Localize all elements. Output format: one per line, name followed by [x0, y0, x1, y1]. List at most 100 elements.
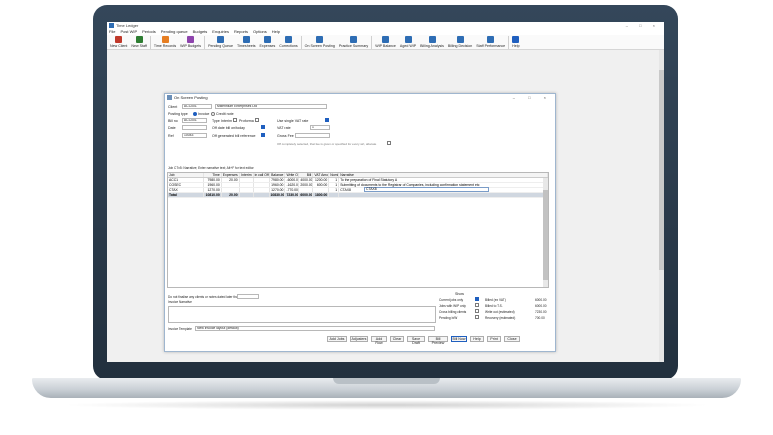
grid-cell-balance[interactable]: 7980.00 — [270, 178, 286, 182]
ribbon-button-new-staff[interactable]: New Staff — [129, 35, 149, 48]
client-code-field[interactable]: ACC001 — [182, 104, 212, 109]
show-option-checkbox[interactable] — [475, 309, 479, 313]
grid-cell-narrative[interactable] — [339, 193, 548, 197]
grid-cell-balance[interactable]: 10830.00 — [270, 193, 286, 197]
grid-cell-expenses[interactable] — [222, 188, 240, 192]
credit-note-radio[interactable] — [211, 112, 215, 116]
grid-cell-interim[interactable] — [240, 183, 254, 187]
button-add-jobs[interactable]: Add Jobs — [327, 336, 347, 342]
grid-cell-bill[interactable]: 2000.00 — [299, 183, 314, 187]
button-save-draft[interactable]: Save Draft — [407, 336, 425, 345]
ref-field[interactable]: 10043 — [182, 133, 207, 138]
grid-column-header[interactable]: Interim — [240, 173, 254, 177]
narrative-edit-field[interactable]: CTAX8 — [364, 187, 489, 192]
gross-fee-field[interactable] — [295, 133, 330, 138]
proforma-checkbox[interactable] — [255, 118, 259, 122]
ribbon-button-wip-budgets[interactable]: WIP Budgets — [178, 35, 203, 48]
grid-cell-nominal[interactable]: 1 — [329, 188, 340, 192]
grid-cell-vat[interactable]: 1800.00 — [313, 193, 330, 197]
button-bill-now[interactable]: Bill Now — [451, 336, 467, 342]
grid-cell-writeout[interactable]: -1620.00 — [285, 183, 300, 187]
ribbon-button-corrections[interactable]: Corrections — [277, 35, 299, 48]
grid-cell-time[interactable]: 1960.00 — [204, 183, 222, 187]
grid-cell-expenses[interactable] — [222, 183, 240, 187]
grid-cell-time[interactable]: 7980.00 — [204, 178, 222, 182]
grid-cell-incall[interactable] — [254, 183, 270, 187]
grid-cell-bill[interactable]: 6000.00 — [299, 193, 314, 197]
grid-cell-nominal[interactable]: 1 — [329, 178, 340, 182]
ribbon-button-timesheets[interactable]: Timesheets — [235, 35, 257, 48]
ribbon-button-billing-analysis[interactable]: Billing Analysis — [418, 35, 446, 48]
show-option-checkbox[interactable] — [475, 303, 479, 307]
type-value[interactable]: Interim — [221, 119, 232, 123]
grid-cell-incall[interactable] — [254, 188, 270, 192]
billno-field[interactable]: ACC001 — [182, 118, 207, 123]
grid-cell-time[interactable]: 10810.00 — [204, 193, 222, 197]
button-print[interactable]: Print — [487, 336, 501, 342]
grid-cell-writeout[interactable]: -6000.00 — [285, 178, 300, 182]
button-help[interactable]: Help — [470, 336, 484, 342]
grid-scrollbar-thumb[interactable] — [543, 190, 548, 280]
off-completely-checkbox[interactable] — [387, 141, 391, 145]
invoice-radio[interactable] — [193, 112, 197, 116]
button-add-row[interactable]: Add Row — [371, 336, 387, 345]
show-option-checkbox[interactable] — [475, 297, 479, 301]
button-clear[interactable]: Clear — [390, 336, 404, 342]
ribbon-button-billing-decision[interactable]: Billing Decision — [446, 35, 474, 48]
grid-cell-balance[interactable]: 1270.00 — [270, 188, 286, 192]
finalise-date-field[interactable] — [237, 294, 259, 299]
invoice-template-select[interactable]: New invoice layout (default) — [195, 326, 435, 331]
grid-column-header[interactable]: VAT Amount — [313, 173, 330, 177]
ribbon-button-time-records[interactable]: Time Records — [152, 35, 178, 48]
window-controls[interactable]: – □ × — [626, 22, 660, 29]
grid-cell-narrative[interactable]: To the preparation of Final Statutory A — [339, 178, 548, 182]
grid-cell-incall[interactable] — [254, 193, 270, 197]
client-name-field[interactable]: Millennium Enterprises Ltd — [215, 104, 327, 109]
ribbon-button-pending-queue[interactable]: Pending Queue — [206, 35, 235, 48]
grid-cell-expenses[interactable]: 20.00 — [222, 178, 240, 182]
ribbon-button-expenses[interactable]: Expenses — [258, 35, 278, 48]
app-scrollbar-thumb[interactable] — [659, 70, 664, 270]
invoice-narrative-field[interactable] — [168, 306, 436, 323]
grid-column-header[interactable]: Bill — [299, 173, 314, 177]
grid-cell-writeout[interactable]: 7230.00 — [285, 193, 300, 197]
grid-cell-balance[interactable]: 1960.00 — [270, 183, 286, 187]
grid-column-header[interactable]: Time — [204, 173, 222, 177]
grid-column-header[interactable]: in call Off — [254, 173, 270, 177]
ribbon-button-staff-performance[interactable]: Staff Performance — [474, 35, 507, 48]
vat-rate-field[interactable]: 1 — [310, 125, 330, 130]
type-checkbox[interactable] — [233, 118, 237, 122]
button-adjusters[interactable]: Adjusters — [350, 336, 368, 342]
grid-column-header[interactable]: Expenses — [222, 173, 240, 177]
button-close[interactable]: Close — [504, 336, 520, 342]
grid-scrollbar[interactable] — [543, 178, 548, 287]
button-bill-preview[interactable]: Bill Preview — [428, 336, 448, 345]
grid-cell-writeout[interactable]: -770.00 — [285, 188, 300, 192]
show-option-checkbox[interactable] — [475, 315, 479, 319]
ribbon-button-new-client[interactable]: New Client — [108, 35, 129, 48]
grid-cell-vat[interactable] — [313, 188, 330, 192]
grid-column-header[interactable]: Job — [168, 173, 204, 177]
off-generated-checkbox[interactable] — [261, 133, 265, 137]
app-scrollbar[interactable] — [659, 50, 664, 362]
ribbon-button-wip-balance[interactable]: WIP Balance — [373, 35, 398, 48]
grid-cell-expenses[interactable]: 20.00 — [222, 193, 240, 197]
grid-cell-nominal[interactable]: 1 — [329, 183, 340, 187]
ribbon-button-on-screen-posting[interactable]: On Screen Posting — [303, 35, 337, 48]
ribbon-button-help[interactable]: Help — [510, 35, 521, 48]
ribbon-button-practice-summary[interactable]: Practice Summary — [337, 35, 370, 48]
grid-cell-interim[interactable] — [240, 178, 254, 182]
grid-cell-vat[interactable]: 1200.00 — [313, 178, 330, 182]
grid-column-header[interactable]: Write Out — [285, 173, 300, 177]
grid-cell-interim[interactable] — [240, 193, 254, 197]
grid-cell-interim[interactable] — [240, 188, 254, 192]
grid-column-header[interactable]: Nominal — [329, 173, 340, 177]
off-date-checkbox[interactable] — [261, 125, 265, 129]
grid-cell-incall[interactable] — [254, 178, 270, 182]
jobs-grid[interactable]: Job Time Expenses Interim in call Off Balance… — [167, 172, 549, 288]
grid-cell-vat[interactable]: 600.00 — [313, 183, 330, 187]
grid-column-header[interactable]: Balance — [270, 173, 286, 177]
ribbon-button-aged-wip[interactable]: Aged WIP — [398, 35, 418, 48]
grid-cell-nominal[interactable] — [329, 193, 340, 197]
grid-column-header[interactable]: Narrative — [339, 173, 548, 177]
